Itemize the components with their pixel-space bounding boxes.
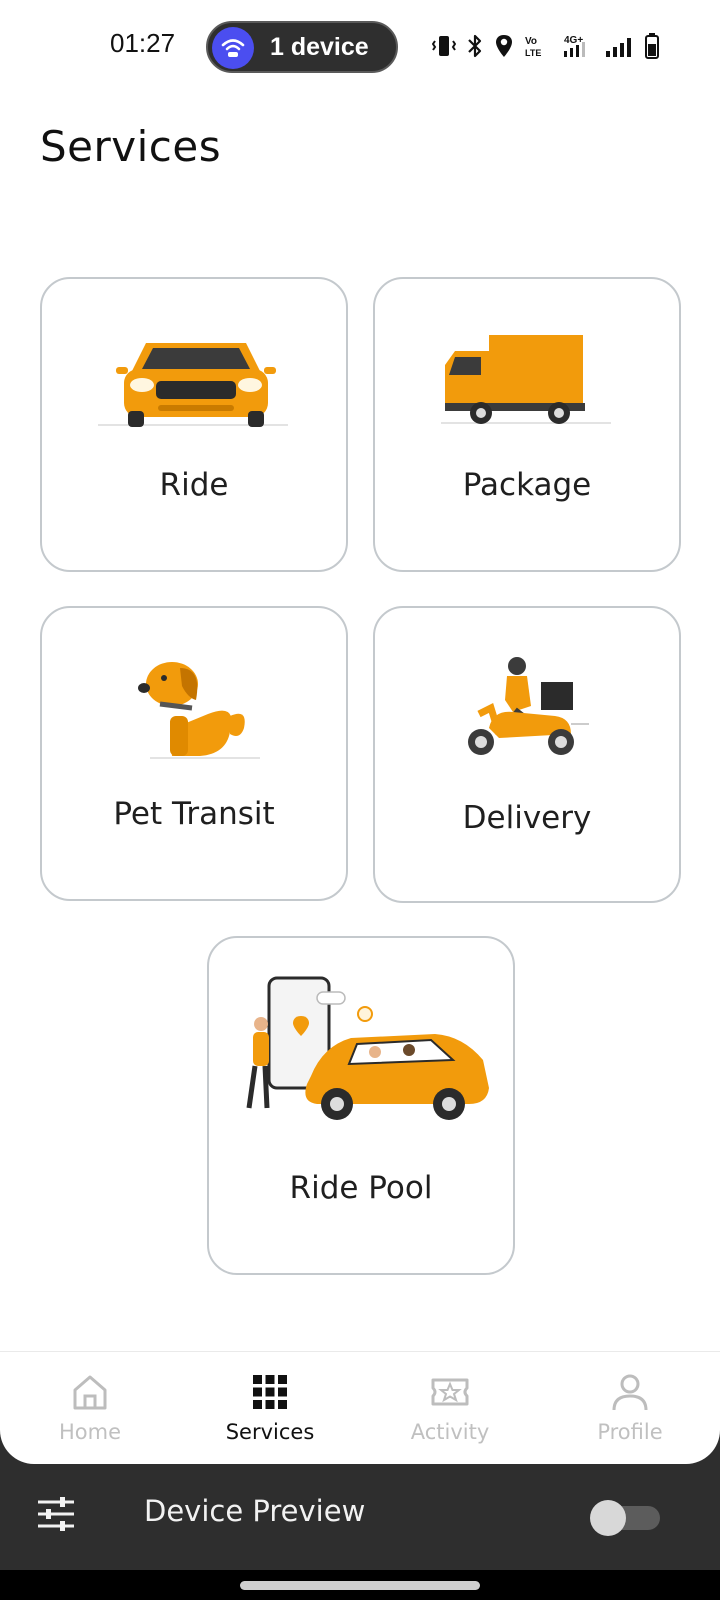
service-label-delivery: Delivery [462,800,592,836]
service-label-ride-pool: Ride Pool [289,1170,433,1206]
service-label-ride: Ride [159,467,229,503]
service-card-package[interactable]: Package [373,277,681,572]
vibrate-icon [432,36,456,56]
service-card-ride[interactable]: Ride [40,277,348,572]
sliders-icon[interactable] [36,1494,76,1534]
scooter-icon [468,657,589,755]
service-label-pet-transit: Pet Transit [113,796,275,832]
nav-label-activity: Activity [410,1420,490,1444]
nav-label-profile: Profile [597,1420,663,1444]
person-icon [612,1374,648,1411]
connected-devices-pill[interactable]: 1 device [206,21,398,73]
ticket-star-icon [431,1378,469,1406]
location-icon [496,35,512,57]
gesture-area [0,1570,720,1600]
nav-item-activity[interactable]: Activity [360,1352,540,1465]
grid-icon [253,1375,287,1409]
signal-icon [606,38,631,57]
device-preview-toggle[interactable] [590,1500,662,1536]
status-icons: Vo LTE 4G+ [432,32,660,60]
home-icon [73,1375,107,1410]
status-bar: 01:27 1 device Vo LTE 4G+ [0,0,720,96]
device-count-label: 1 device [270,33,369,61]
svg-text:4G+: 4G+ [564,35,583,46]
car-icon [98,343,288,427]
bluetooth-icon [468,34,482,58]
hotspot-icon [212,27,254,69]
nav-item-services[interactable]: Services [180,1352,360,1465]
dog-icon [138,662,260,759]
nav-label-services: Services [225,1420,315,1444]
service-card-ride-pool[interactable]: Ride Pool [207,936,515,1275]
svg-text:Vo: Vo [525,36,537,47]
service-card-pet-transit[interactable]: Pet Transit [40,606,348,901]
truck-icon [441,335,611,424]
toggle-knob [590,1500,626,1536]
service-card-delivery[interactable]: Delivery [373,606,681,903]
device-preview-label: Device Preview [144,1494,366,1528]
volte-icon: Vo LTE [525,36,541,58]
nav-item-profile[interactable]: Profile [540,1352,720,1465]
nav-label-home: Home [58,1420,121,1444]
carpool-icon [246,976,489,1120]
battery-icon [645,33,659,59]
4g-signal-icon: 4G+ [564,35,585,57]
service-label-package: Package [462,467,592,503]
status-clock: 01:27 [110,28,176,58]
page-title: Services [40,122,222,171]
svg-text:LTE: LTE [525,48,541,58]
home-indicator[interactable] [240,1581,480,1590]
nav-item-home[interactable]: Home [0,1352,180,1465]
bottom-navigation: Home Services Activity Profile [0,1351,720,1464]
